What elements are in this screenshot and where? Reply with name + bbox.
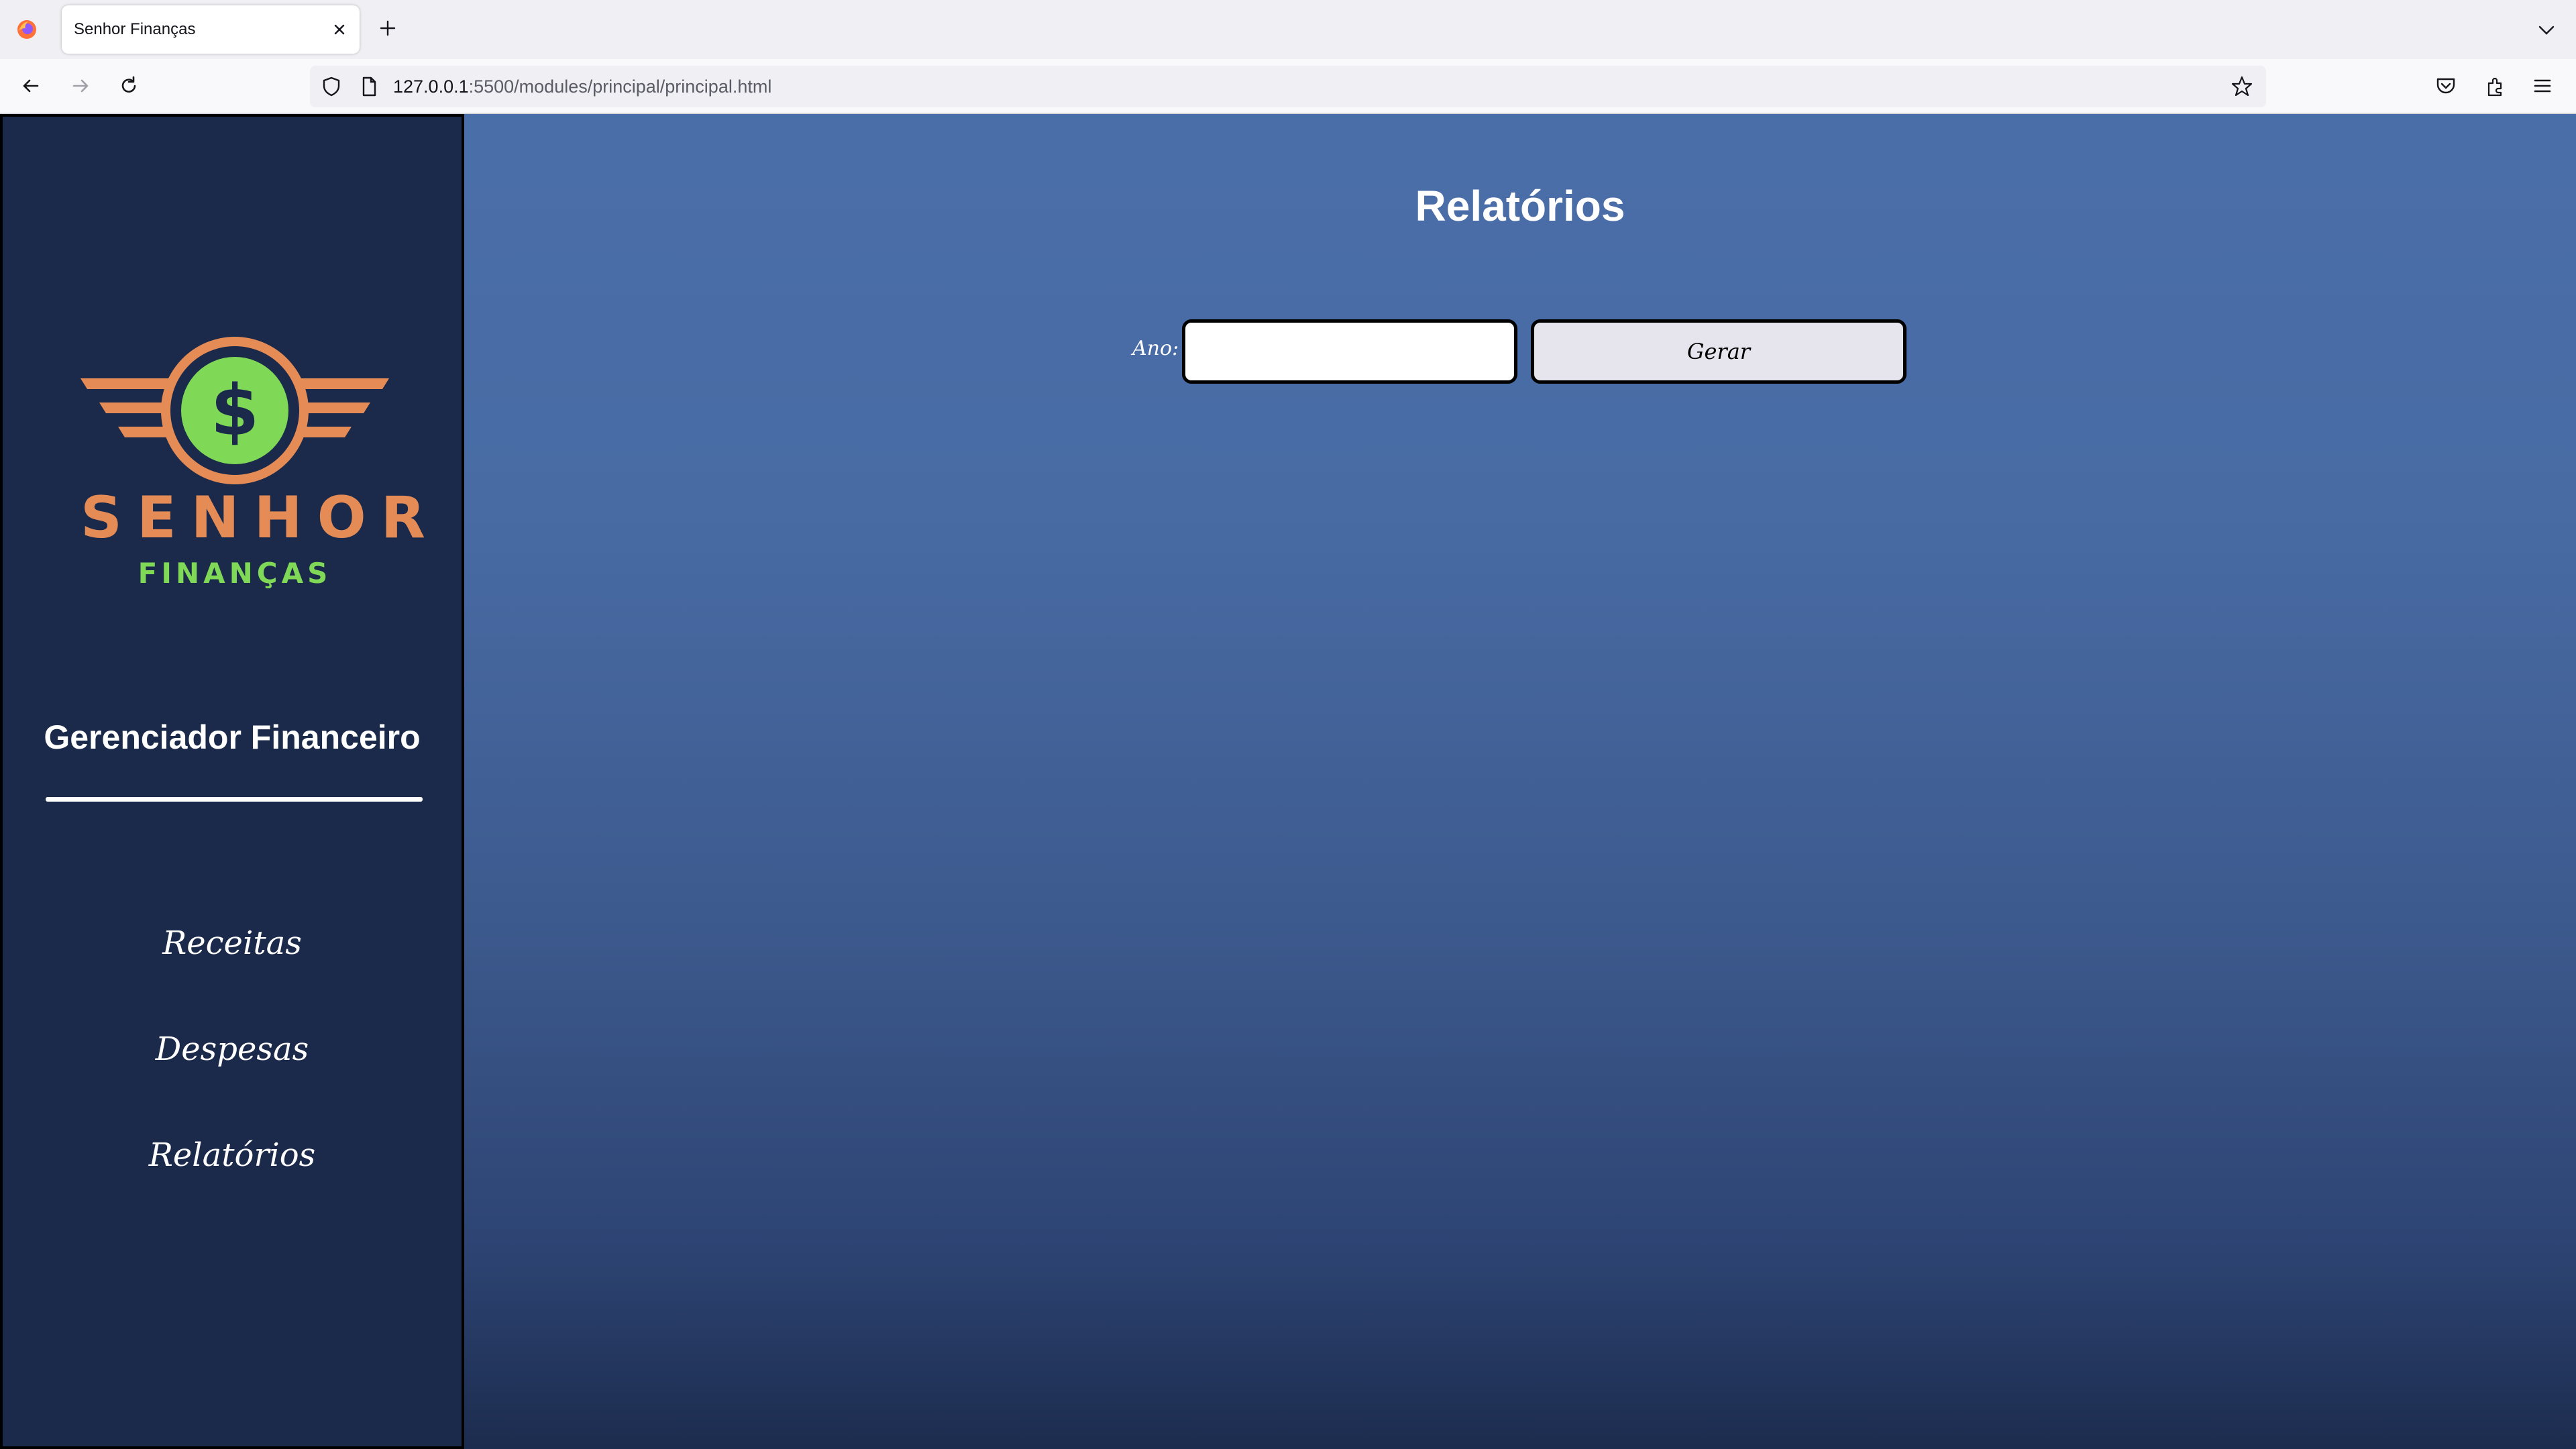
plus-icon[interactable]: [377, 17, 398, 39]
logo-title: SENHOR: [80, 484, 440, 551]
year-label: Ano:: [1132, 337, 1179, 360]
sidebar-item-relatorios[interactable]: Relatórios: [3, 1136, 462, 1174]
logo-subtitle: FINANÇAS: [138, 557, 332, 590]
url-path: :5500/modules/principal/principal.html: [468, 76, 772, 97]
generate-button[interactable]: Gerar: [1531, 319, 1907, 384]
dollar-sign: $: [211, 370, 259, 451]
pocket-icon[interactable]: [2434, 74, 2458, 98]
main-content: Relatórios Ano: Gerar: [464, 114, 2576, 1449]
hamburger-menu-icon[interactable]: [2530, 74, 2555, 98]
sidebar-item-despesas[interactable]: Despesas: [3, 1030, 462, 1068]
back-arrow-icon[interactable]: [19, 74, 43, 98]
sidebar-divider: [46, 797, 423, 802]
browser-tab-bar: Senhor Finanças: [0, 0, 2576, 59]
chevron-down-icon[interactable]: [2536, 19, 2557, 40]
browser-tab[interactable]: Senhor Finanças: [62, 5, 360, 54]
forward-arrow-icon[interactable]: [68, 74, 93, 98]
shield-icon[interactable]: [319, 74, 343, 99]
firefox-icon: [17, 20, 36, 39]
sidebar-heading: Gerenciador Financeiro: [44, 718, 421, 756]
star-icon[interactable]: [2230, 74, 2254, 99]
sidebar-item-receitas[interactable]: Receitas: [3, 924, 462, 962]
url-host: 127.0.0.1: [393, 76, 469, 97]
reload-icon[interactable]: [117, 74, 141, 98]
year-input[interactable]: [1182, 319, 1517, 384]
browser-nav-bar: 127.0.0.1:5500/modules/principal/princip…: [0, 59, 2576, 114]
logo-emblem: $: [80, 337, 389, 484]
page-icon: [362, 76, 376, 97]
sidebar: $ SENHOR FINANÇAS Gerenciador Financeiro…: [0, 114, 464, 1449]
page-title: Relatórios: [1415, 182, 1625, 230]
logo: $ SENHOR FINANÇAS: [80, 223, 425, 590]
close-icon[interactable]: [330, 20, 349, 39]
page: $ SENHOR FINANÇAS Gerenciador Financeiro…: [0, 114, 2576, 1449]
extensions-icon[interactable]: [2483, 74, 2508, 98]
tab-title: Senhor Finanças: [74, 20, 196, 38]
url-text[interactable]: 127.0.0.1:5500/modules/principal/princip…: [393, 66, 771, 107]
url-bar[interactable]: 127.0.0.1:5500/modules/principal/princip…: [310, 66, 2266, 107]
